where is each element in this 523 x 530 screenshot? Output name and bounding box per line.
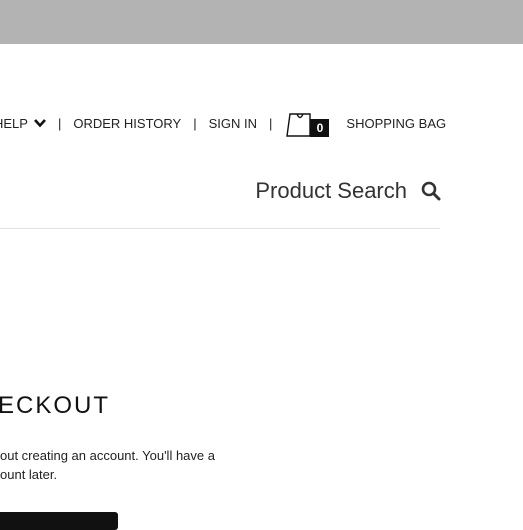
description-line: out creating an account. You'll have a — [0, 448, 215, 463]
product-search[interactable]: Product Search — [255, 178, 441, 204]
nav-separator: | — [193, 115, 197, 131]
chevron-down-icon — [34, 119, 46, 128]
order-history-link[interactable]: ORDER HISTORY — [73, 116, 181, 131]
utility-nav: HELP | ORDER HISTORY | SIGN IN | 0 SHOPP… — [0, 105, 446, 141]
guest-checkout-button[interactable] — [0, 512, 118, 530]
guest-checkout-description: out creating an account. You'll have a o… — [0, 446, 240, 484]
description-line: ount later. — [0, 467, 58, 482]
help-label: HELP — [0, 115, 28, 131]
shopping-bag-link[interactable]: 0 SHOPPING BAG — [286, 109, 446, 137]
header-divider — [0, 228, 440, 229]
help-menu[interactable]: HELP — [0, 116, 46, 131]
search-icon[interactable] — [421, 181, 441, 201]
guest-checkout-heading: ECKOUT — [0, 392, 111, 419]
product-search-label: Product Search — [255, 178, 407, 203]
top-banner — [0, 0, 523, 44]
nav-separator: | — [57, 115, 62, 131]
bag-count-badge: 0 — [310, 119, 330, 137]
nav-separator: | — [269, 115, 273, 131]
shopping-bag-label: SHOPPING BAG — [346, 115, 447, 131]
shopping-bag-icon: 0 — [286, 109, 330, 137]
sign-in-link[interactable]: SIGN IN — [209, 116, 257, 131]
